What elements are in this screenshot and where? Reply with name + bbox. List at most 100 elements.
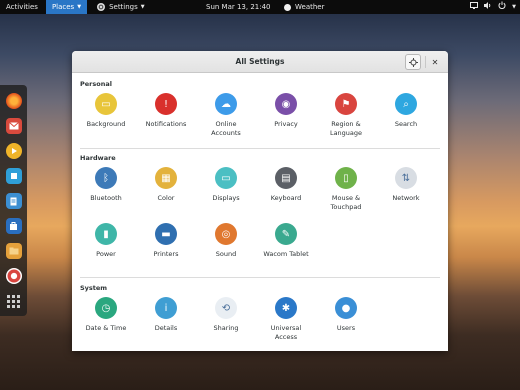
background-icon: ▭: [95, 93, 117, 115]
section-divider: [80, 277, 440, 278]
settings-item-label: Bluetooth: [90, 194, 122, 202]
settings-item-label: Users: [336, 324, 356, 332]
dash-dock: [0, 85, 27, 316]
settings-item-label: Details: [154, 324, 178, 332]
color-icon: ▦: [155, 167, 177, 189]
search-button[interactable]: [405, 54, 421, 70]
mail-icon[interactable]: [5, 118, 22, 134]
settings-item-mouse-touchpad[interactable]: ▯ Mouse & Touchpad: [316, 167, 376, 212]
window-title: All Settings: [235, 57, 285, 66]
settings-item-label: Privacy: [274, 120, 298, 128]
firefox-icon[interactable]: [5, 93, 22, 109]
software-center-icon[interactable]: [5, 218, 22, 234]
clock-label: Sun Mar 13, 21:40: [206, 3, 271, 11]
clock[interactable]: Sun Mar 13, 21:40: [200, 0, 277, 14]
volume-icon: [484, 0, 492, 14]
settings-item-color[interactable]: ▦ Color: [136, 167, 196, 203]
settings-item-label: Notifications: [145, 120, 187, 128]
settings-item-online-accounts[interactable]: ☁ Online Accounts: [196, 93, 256, 138]
universal-access-icon: ✱: [275, 297, 297, 319]
mouse-touchpad-icon: ▯: [335, 167, 357, 189]
settings-item-label: Online Accounts: [211, 120, 241, 137]
wacom-tablet-icon: ✎: [275, 223, 297, 245]
window-titlebar[interactable]: All Settings ✕: [72, 51, 448, 73]
power-icon: ▮: [95, 223, 117, 245]
close-button[interactable]: ✕: [428, 54, 442, 70]
settings-item-label: Network: [392, 194, 420, 202]
settings-item-label: Sound: [215, 250, 237, 258]
sharing-icon: ⟲: [215, 297, 237, 319]
chevron-down-icon: ▼: [77, 4, 82, 10]
document-viewer-icon[interactable]: [5, 193, 22, 209]
settings-item-privacy[interactable]: ◉ Privacy: [256, 93, 316, 129]
notifications-icon: !: [155, 93, 177, 115]
online-accounts-icon: ☁: [215, 93, 237, 115]
weather-icon: [284, 3, 291, 11]
settings-item-users[interactable]: ● Users: [316, 297, 376, 333]
settings-item-label: Color: [157, 194, 175, 202]
settings-item-date-time[interactable]: ◷ Date & Time: [76, 297, 136, 333]
help-icon[interactable]: [5, 268, 22, 284]
settings-item-sound[interactable]: ◎ Sound: [196, 223, 256, 259]
system-status-area[interactable]: ▼: [470, 0, 516, 14]
crosshair-icon: [408, 57, 418, 67]
date-time-icon: ◷: [95, 297, 117, 319]
settings-item-power[interactable]: ▮ Power: [76, 223, 136, 259]
settings-item-sharing[interactable]: ⟲ Sharing: [196, 297, 256, 333]
network-icon: ⇅: [395, 167, 417, 189]
chevron-down-icon: ▼: [512, 4, 516, 10]
settings-item-details[interactable]: i Details: [136, 297, 196, 333]
show-applications-icon[interactable]: [7, 295, 20, 308]
rhythmbox-icon[interactable]: [5, 143, 22, 159]
settings-item-label: Displays: [212, 194, 240, 202]
settings-item-universal-access[interactable]: ✱ Universal Access: [256, 297, 316, 342]
places-menu[interactable]: Places ▼: [45, 0, 88, 14]
sound-icon: ◎: [215, 223, 237, 245]
settings-item-bluetooth[interactable]: ᛒ Bluetooth: [76, 167, 136, 203]
details-icon: i: [155, 297, 177, 319]
settings-item-search[interactable]: ⌕ Search: [376, 93, 436, 129]
settings-item-label: Background: [86, 120, 126, 128]
settings-item-label: Search: [394, 120, 418, 128]
section-divider: [80, 148, 440, 149]
settings-item-displays[interactable]: ▭ Displays: [196, 167, 256, 203]
section-title-system: System: [80, 284, 108, 292]
app-menu-label: Settings: [109, 3, 138, 11]
settings-item-keyboard[interactable]: ▤ Keyboard: [256, 167, 316, 203]
section-title-personal: Personal: [80, 80, 112, 88]
settings-item-label: Wacom Tablet: [263, 250, 309, 258]
settings-item-printers[interactable]: ▬ Printers: [136, 223, 196, 259]
settings-item-label: Mouse & Touchpad: [330, 194, 362, 211]
power-icon: [498, 0, 506, 14]
settings-item-label: Region & Language: [329, 120, 363, 137]
places-label: Places: [51, 3, 75, 11]
settings-window: All Settings ✕ Personal ▭ Background! Noti…: [72, 51, 448, 351]
settings-item-notifications[interactable]: ! Notifications: [136, 93, 196, 129]
settings-item-label: Date & Time: [85, 324, 127, 332]
keyboard-icon: ▤: [275, 167, 297, 189]
settings-item-background[interactable]: ▭ Background: [76, 93, 136, 129]
chevron-down-icon: ▼: [140, 4, 145, 10]
settings-item-label: Power: [96, 250, 116, 258]
app-menu[interactable]: Settings ▼: [87, 0, 151, 14]
files-icon[interactable]: [5, 243, 22, 259]
settings-app-icon: [97, 3, 106, 11]
settings-item-wacom-tablet[interactable]: ✎ Wacom Tablet: [256, 223, 316, 259]
top-bar: Activities Places ▼ Settings ▼ Sun Mar 1…: [0, 0, 520, 14]
privacy-icon: ◉: [275, 93, 297, 115]
software-icon[interactable]: [5, 168, 22, 184]
users-icon: ●: [335, 297, 357, 319]
displays-icon: ▭: [215, 167, 237, 189]
settings-item-region-language[interactable]: ⚑ Region & Language: [316, 93, 376, 138]
weather-indicator[interactable]: Weather: [278, 0, 330, 14]
activities-button[interactable]: Activities: [0, 0, 46, 14]
region-language-icon: ⚑: [335, 93, 357, 115]
settings-item-label: Keyboard: [270, 194, 302, 202]
activities-label: Activities: [6, 3, 38, 11]
settings-item-network[interactable]: ⇅ Network: [376, 167, 436, 203]
screen-icon: [470, 0, 479, 14]
settings-item-label: Universal Access: [270, 324, 302, 341]
settings-item-label: Sharing: [213, 324, 239, 332]
printers-icon: ▬: [155, 223, 177, 245]
section-title-hardware: Hardware: [80, 154, 116, 162]
